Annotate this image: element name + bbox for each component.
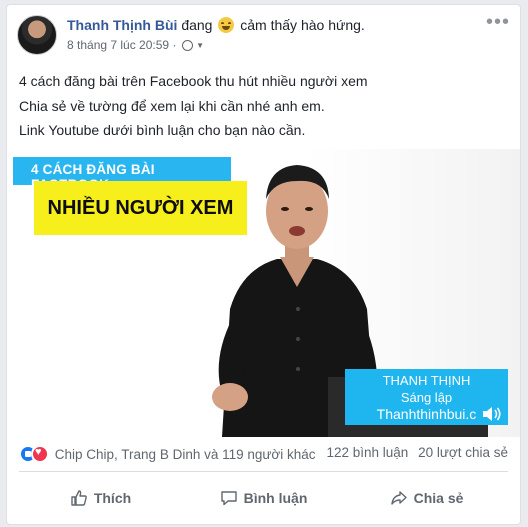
caret-down-icon[interactable]: ▼ — [196, 41, 204, 50]
comment-count[interactable]: 122 bình luận — [326, 445, 408, 460]
avatar[interactable] — [17, 15, 57, 55]
reactions-summary: Chip Chip, Trang B Dinh và 119 người khá… — [19, 445, 508, 467]
comment-button[interactable]: Bình luận — [182, 481, 345, 515]
thumbs-up-icon — [71, 490, 87, 506]
author-name[interactable]: Thanh Thịnh Bùi — [67, 17, 177, 33]
post-meta: 8 tháng 7 lúc 20:59 · ▼ — [67, 38, 204, 52]
post-header: Thanh Thịnh Bùi đang cảm thấy hào hứng. … — [17, 12, 510, 61]
share-arrow-icon — [390, 491, 407, 505]
post-card: Thanh Thịnh Bùi đang cảm thấy hào hứng. … — [6, 4, 521, 525]
post-timestamp[interactable]: 8 tháng 7 lúc 20:59 — [67, 38, 169, 52]
post-actions: Thích Bình luận Chia sẻ — [19, 481, 508, 515]
like-button-label: Thích — [93, 490, 132, 506]
post-text-line: 4 cách đăng bài trên Facebook thu hút nh… — [19, 73, 368, 89]
globe-icon[interactable] — [181, 40, 193, 51]
divider — [19, 471, 508, 472]
presenter-role: Sáng lập — [400, 390, 453, 405]
comment-icon — [220, 491, 237, 506]
post-text-line: Chia sẻ về tường để xem lại khi cần nhé … — [19, 97, 325, 114]
share-button[interactable]: Chia sẻ — [345, 481, 508, 515]
video-player[interactable]: 4 CÁCH ĐĂNG BÀI FACEBOOK NHIỀU NGƯỜI XEM — [7, 149, 520, 437]
status-feeling: cảm thấy hào hứng. — [240, 17, 365, 33]
post-author-line: Thanh Thịnh Bùi đang cảm thấy hào hứng. — [67, 17, 365, 33]
more-options-icon[interactable]: ••• — [486, 12, 510, 32]
comment-button-label: Bình luận — [243, 490, 308, 506]
like-button[interactable]: Thích — [19, 481, 182, 515]
volume-icon[interactable] — [481, 405, 503, 423]
meta-separator: · — [172, 38, 177, 52]
love-icon[interactable] — [31, 445, 49, 463]
share-button-label: Chia sẻ — [413, 490, 464, 506]
presenter-name: THANH THỊNH — [382, 373, 471, 388]
post-text-line: Link Youtube dưới bình luận cho bạn nào … — [19, 122, 306, 138]
status-prefix: đang — [181, 17, 213, 33]
share-count[interactable]: 20 lượt chia sẻ — [418, 445, 508, 460]
engagement-counts: 122 bình luận 20 lượt chia sẻ — [320, 445, 508, 460]
reactors-text[interactable]: Chip Chip, Trang B Dinh và 119 người khá… — [55, 447, 316, 462]
post-text: 4 cách đăng bài trên Facebook thu hút nh… — [19, 69, 508, 143]
grinning-face-icon — [218, 17, 235, 33]
